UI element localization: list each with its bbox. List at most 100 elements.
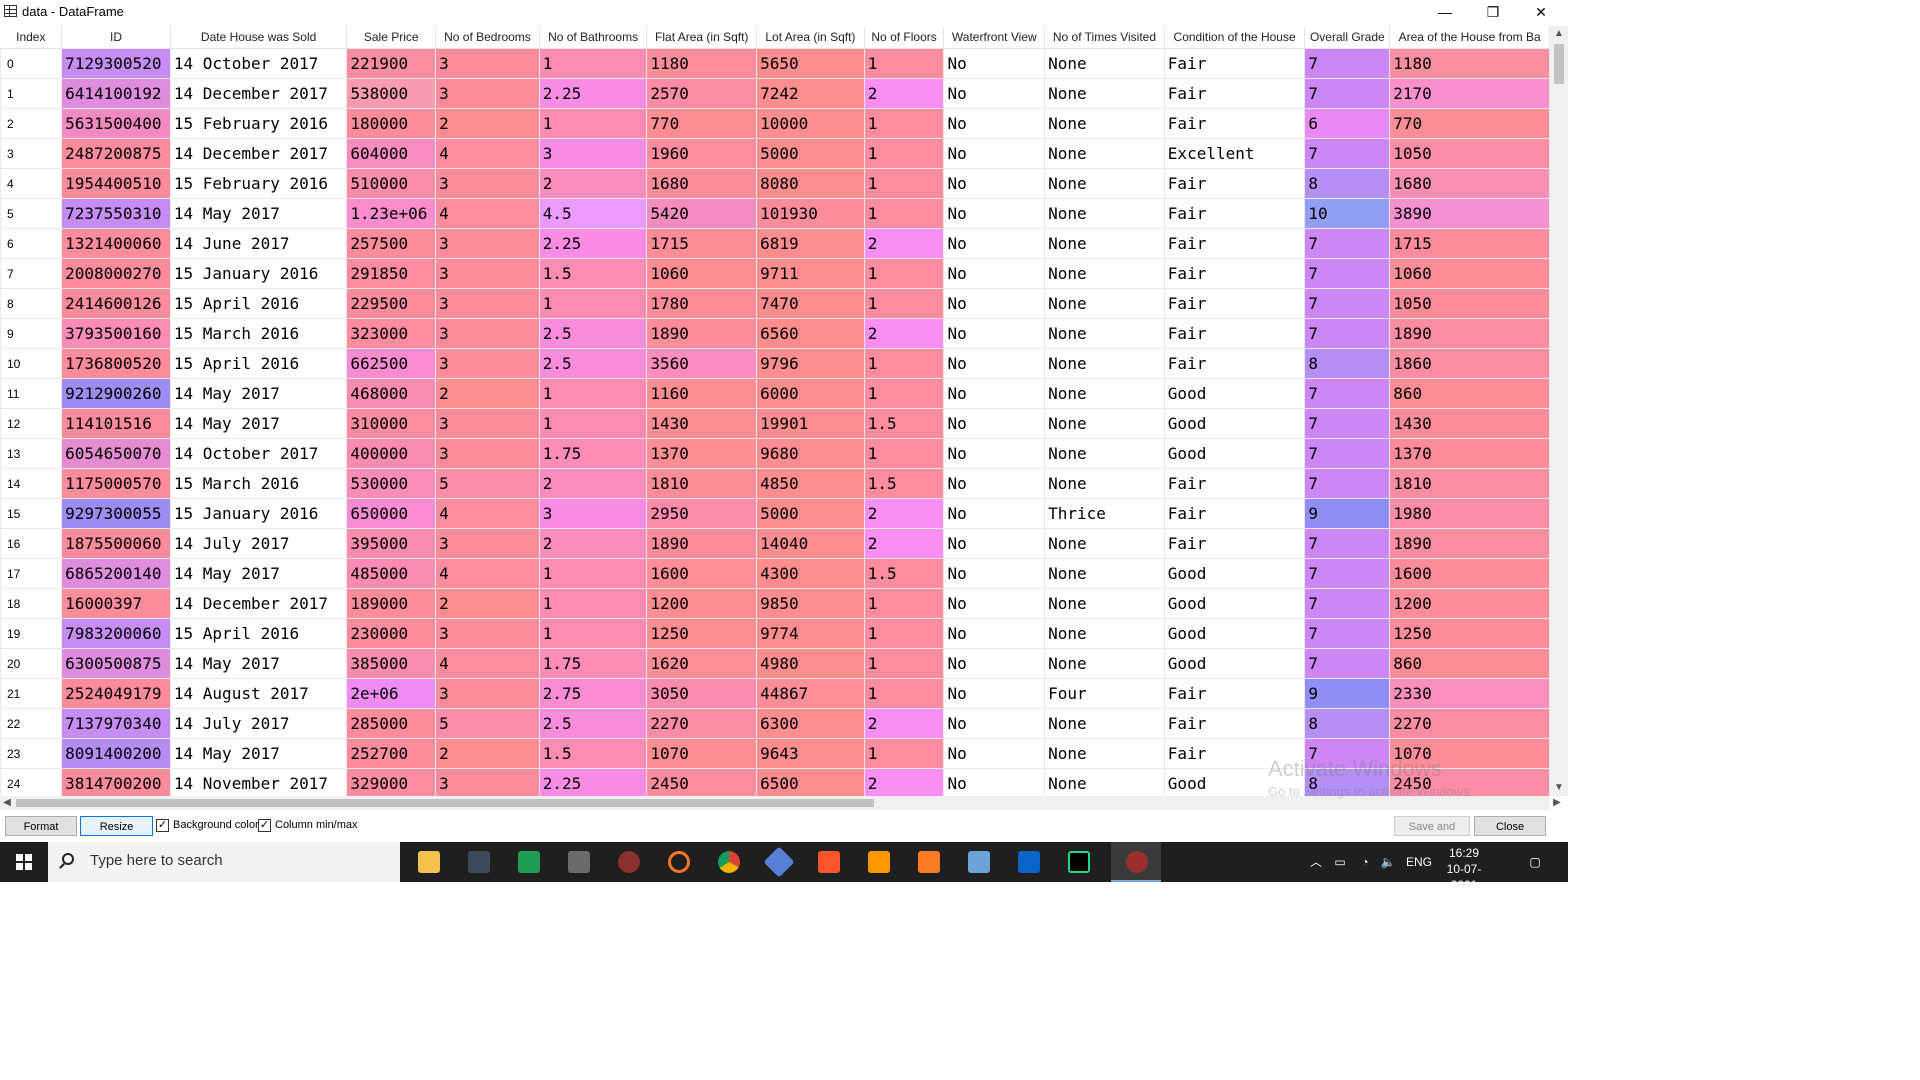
table-cell[interactable]: None (1044, 348, 1165, 379)
row-index-cell[interactable]: 10 (0, 348, 63, 379)
table-cell[interactable]: 15 January 2016 (169, 498, 348, 529)
table-cell[interactable]: Fair (1163, 708, 1306, 739)
row-index-cell[interactable]: 23 (0, 738, 63, 769)
table-cell[interactable]: 530000 (346, 468, 437, 499)
table-cell[interactable]: 14 October 2017 (169, 438, 348, 469)
table-cell[interactable]: 1600 (646, 558, 758, 589)
table-cell[interactable]: 7 (1304, 378, 1391, 409)
table-cell[interactable]: 1 (863, 348, 945, 379)
virtualbox-icon[interactable] (953, 842, 1003, 882)
table-cell[interactable]: 15 April 2016 (169, 348, 348, 379)
table-cell[interactable]: 1780 (646, 288, 758, 319)
scroll-up-icon[interactable]: ▲ (1550, 26, 1568, 42)
table-cell[interactable]: 14 May 2017 (169, 648, 348, 679)
table-cell[interactable]: 3890 (1389, 198, 1550, 229)
table-cell[interactable]: 1 (863, 648, 945, 679)
table-cell[interactable]: Good (1163, 378, 1306, 409)
table-cell[interactable]: 2487200875 (61, 138, 171, 169)
table-cell[interactable]: 14 August 2017 (169, 678, 348, 709)
table-cell[interactable]: 6300 (756, 708, 865, 739)
table-cell[interactable]: 114101516 (61, 408, 171, 439)
table-cell[interactable]: 3 (435, 768, 540, 796)
table-cell[interactable]: 1715 (1389, 228, 1550, 259)
table-cell[interactable]: 14 July 2017 (169, 528, 348, 559)
xampp-icon[interactable] (903, 842, 953, 882)
minimize-button[interactable]: — (1422, 0, 1468, 24)
table-row[interactable]: 5 7237550310 14 May 2017 1.23e+06 4 4.5 5420 10… (0, 198, 1550, 229)
table-row[interactable]: 10 1736800520 15 April 2016 662500 3 2.5 3560 9… (0, 348, 1550, 379)
table-cell[interactable]: 2 (863, 498, 945, 529)
table-cell[interactable]: None (1044, 768, 1165, 796)
table-cell[interactable]: No (943, 198, 1046, 229)
table-cell[interactable]: 4 (435, 198, 540, 229)
table-cell[interactable]: 2 (863, 528, 945, 559)
table-cell[interactable]: 650000 (346, 498, 437, 529)
table-cell[interactable]: None (1044, 468, 1165, 499)
table-cell[interactable]: None (1044, 558, 1165, 589)
table-cell[interactable]: 3 (435, 528, 540, 559)
table-cell[interactable]: 2 (863, 318, 945, 349)
table-cell[interactable]: 1.23e+06 (346, 198, 437, 229)
table-cell[interactable]: No (943, 468, 1046, 499)
row-index-cell[interactable]: 3 (0, 138, 63, 169)
table-cell[interactable]: 3 (435, 618, 540, 649)
table-cell[interactable]: No (943, 168, 1046, 199)
table-cell[interactable]: 2.75 (538, 678, 648, 709)
table-cell[interactable]: Fair (1163, 348, 1306, 379)
table-cell[interactable]: 7983200060 (61, 618, 171, 649)
table-cell[interactable]: 1250 (646, 618, 758, 649)
table-cell[interactable]: 189000 (346, 588, 437, 619)
table-cell[interactable]: None (1044, 198, 1165, 229)
table-row[interactable]: 16 1875500060 14 July 2017 395000 3 2 1890 1404… (0, 528, 1550, 559)
table-cell[interactable]: No (943, 138, 1046, 169)
brave-icon[interactable] (803, 842, 853, 882)
table-cell[interactable]: 5000 (756, 498, 865, 529)
table-cell[interactable]: 14 October 2017 (169, 48, 348, 79)
table-cell[interactable]: 14 July 2017 (169, 708, 348, 739)
table-cell[interactable]: 7 (1304, 618, 1391, 649)
row-index-cell[interactable]: 17 (0, 558, 63, 589)
table-cell[interactable]: 14 May 2017 (169, 378, 348, 409)
scroll-right-icon[interactable]: ▶ (1550, 796, 1564, 810)
table-cell[interactable]: 1060 (646, 258, 758, 289)
table-row[interactable]: 11 9212900260 14 May 2017 468000 2 1 1160 6000 1… (0, 378, 1550, 409)
table-cell[interactable]: 291850 (346, 258, 437, 289)
table-cell[interactable]: 9680 (756, 438, 865, 469)
table-cell[interactable]: 2 (538, 468, 648, 499)
table-cell[interactable]: No (943, 678, 1046, 709)
battery-icon[interactable]: ▭ (1330, 842, 1350, 882)
table-cell[interactable]: 6560 (756, 318, 865, 349)
table-cell[interactable]: No (943, 408, 1046, 439)
table-cell[interactable]: 1890 (646, 528, 758, 559)
table-cell[interactable]: 1.5 (538, 738, 648, 769)
table-cell[interactable]: None (1044, 378, 1165, 409)
table-cell[interactable]: 7 (1304, 288, 1391, 319)
table-cell[interactable]: 1180 (646, 48, 758, 79)
table-cell[interactable]: 1680 (1389, 168, 1550, 199)
table-cell[interactable]: 229500 (346, 288, 437, 319)
table-cell[interactable]: 1180 (1389, 48, 1550, 79)
table-cell[interactable]: 1.5 (863, 558, 945, 589)
table-row[interactable]: 19 7983200060 15 April 2016 230000 3 1 1250 977… (0, 618, 1550, 649)
table-cell[interactable]: 6000 (756, 378, 865, 409)
table-cell[interactable]: 1 (538, 558, 648, 589)
app-toolbox-icon[interactable] (553, 842, 603, 882)
table-cell[interactable]: 6414100192 (61, 78, 171, 109)
table-cell[interactable]: 2570 (646, 78, 758, 109)
table-cell[interactable]: 3 (538, 498, 648, 529)
table-cell[interactable]: 485000 (346, 558, 437, 589)
table-cell[interactable]: 1 (863, 168, 945, 199)
table-cell[interactable]: 14 November 2017 (169, 768, 348, 796)
table-cell[interactable]: None (1044, 168, 1165, 199)
table-cell[interactable]: 3 (435, 228, 540, 259)
table-cell[interactable]: 15 February 2016 (169, 108, 348, 139)
row-index-cell[interactable]: 5 (0, 198, 63, 229)
table-cell[interactable]: 1160 (646, 378, 758, 409)
table-cell[interactable]: 9850 (756, 588, 865, 619)
table-cell[interactable]: 3 (435, 48, 540, 79)
table-cell[interactable]: 1 (863, 618, 945, 649)
table-cell[interactable]: 101930 (756, 198, 865, 229)
row-index-cell[interactable]: 6 (0, 228, 63, 259)
column-header[interactable]: No of Floors (864, 26, 945, 49)
row-index-cell[interactable]: 8 (0, 288, 63, 319)
